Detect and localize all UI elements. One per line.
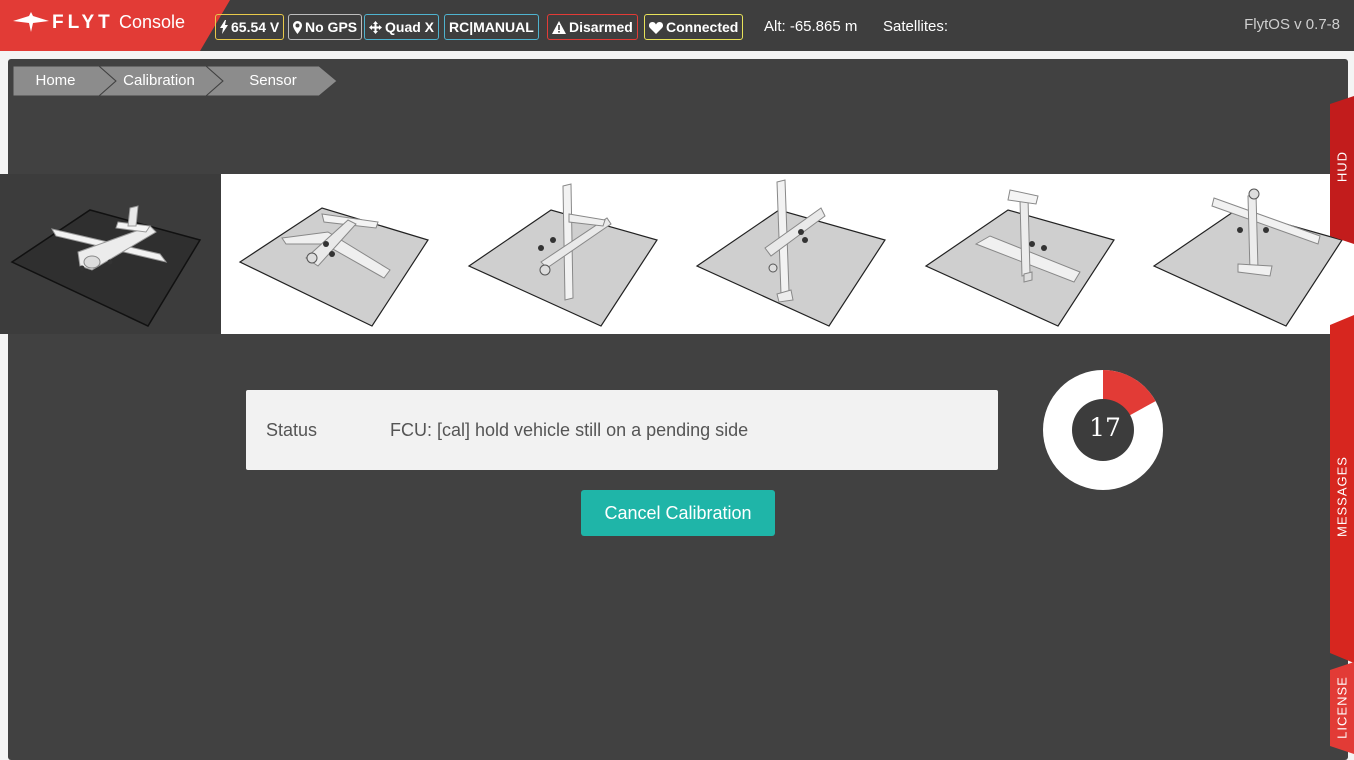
messages-tab[interactable]: MESSAGES — [1330, 315, 1354, 663]
orientation-tile-tail-down — [685, 174, 895, 334]
hud-tab-label: HUD — [1334, 150, 1350, 183]
orientation-tile-left-side — [1142, 174, 1354, 334]
move-cross-icon — [369, 21, 382, 34]
license-tab[interactable]: LICENSE — [1330, 662, 1354, 754]
license-tab-label: LICENSE — [1334, 676, 1350, 739]
gps-badge: No GPS — [288, 14, 363, 40]
arm-badge: Disarmed — [547, 14, 638, 40]
brand-word-console: Console — [119, 12, 186, 32]
orientation-tile-nose-down — [457, 174, 667, 334]
altitude-readout: Alt: -65.865 m — [764, 18, 858, 35]
satellites-readout: Satellites: — [883, 18, 949, 35]
frame-badge: Quad X — [364, 14, 440, 40]
orientation-tile-right-side — [228, 174, 438, 334]
airplane-upside-down-icon — [924, 189, 1115, 327]
airplane-tail-down-icon — [695, 179, 886, 327]
brand-word: FLYT — [52, 12, 114, 33]
orientation-tile-level — [0, 174, 221, 334]
airplane-left-side-icon — [1152, 188, 1343, 327]
warning-icon — [552, 21, 566, 34]
messages-tab-label: MESSAGES — [1334, 456, 1350, 537]
battery-badge: 65.54 V — [215, 14, 285, 40]
top-bar: FLYT Console 65.54 V No GPS Quad X RC|MA… — [0, 0, 1354, 51]
progress-value: 17 — [1089, 413, 1121, 442]
bolt-icon — [220, 20, 228, 34]
airplane-level-icon — [10, 205, 202, 327]
map-pin-icon — [293, 21, 302, 34]
version-label: FlytOS v 0.7-8 — [1244, 16, 1340, 33]
orientation-strip — [0, 174, 1354, 334]
breadcrumb-calibration-label: Calibration — [123, 72, 195, 89]
calibration-status-box: Status FCU: [cal] hold vehicle still on … — [246, 390, 998, 470]
heart-icon — [648, 22, 664, 34]
breadcrumb-home-label: Home — [35, 72, 76, 89]
flyt-wing-icon — [13, 12, 49, 32]
flyt-logo[interactable]: FLYT Console — [0, 0, 230, 51]
mode-badge: RC|MANUAL — [444, 14, 539, 40]
orientation-tile-upside-down — [914, 174, 1124, 334]
calibration-progress-donut: 17 — [1043, 370, 1163, 495]
connection-badge: Connected — [644, 14, 744, 40]
hud-tab[interactable]: HUD — [1330, 96, 1354, 244]
cancel-calibration-button[interactable]: Cancel Calibration — [581, 490, 775, 536]
status-label: Status — [266, 420, 318, 440]
airplane-right-side-icon — [238, 207, 429, 327]
breadcrumb-sensor[interactable]: Sensor — [206, 66, 346, 96]
status-message: FCU: [cal] hold vehicle still on a pendi… — [390, 420, 749, 440]
breadcrumb-sensor-label: Sensor — [249, 72, 297, 89]
airplane-nose-down-icon — [467, 183, 658, 327]
